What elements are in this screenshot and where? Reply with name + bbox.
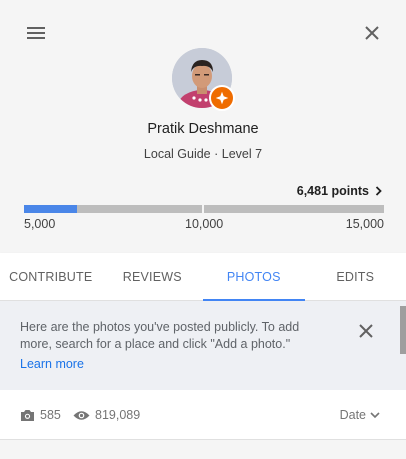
chevron-down-icon <box>370 411 380 418</box>
progress-max-label: 15,000 <box>345 217 384 231</box>
tab-reviews[interactable]: REVIEWS <box>102 253 204 300</box>
progress-min-label: 5,000 <box>24 217 56 231</box>
learn-more-link[interactable]: Learn more <box>20 357 84 371</box>
close-icon <box>359 324 373 338</box>
photo-count-value: 585 <box>40 408 61 422</box>
progress-mid-label: 10,000 <box>185 217 224 231</box>
photo-count: 585 <box>20 408 61 422</box>
close-icon <box>365 26 379 40</box>
tab-edits[interactable]: EDITS <box>305 253 406 300</box>
contribution-tabs: CONTRIBUTE REVIEWS PHOTOS EDITS <box>0 253 406 301</box>
camera-icon <box>21 409 34 421</box>
photo-stats-bar: 585 819,089 Date <box>0 391 406 440</box>
points-progress-fill <box>24 205 78 213</box>
sort-dropdown[interactable]: Date <box>340 408 380 422</box>
view-count: 819,089 <box>73 408 140 422</box>
menu-icon <box>27 27 45 39</box>
photo-grid-area <box>0 440 406 459</box>
local-guide-badge <box>209 85 235 111</box>
eye-icon <box>73 410 90 420</box>
chevron-right-icon <box>375 186 382 196</box>
points-label: 6,481 points <box>296 184 369 198</box>
star-badge-icon <box>215 91 229 105</box>
profile-header: Pratik Deshmane Local Guide · Level 7 6,… <box>0 0 406 253</box>
scrollbar-thumb[interactable] <box>400 306 406 354</box>
tab-photos[interactable]: PHOTOS <box>203 253 305 301</box>
sort-label: Date <box>339 408 366 422</box>
profile-name: Pratik Deshmane <box>147 121 259 137</box>
info-message: Here are the photos you've posted public… <box>20 320 300 351</box>
guide-level: Local Guide · Level 7 <box>143 147 263 161</box>
view-count-value: 819,089 <box>95 408 141 422</box>
points-link[interactable]: 6,481 points <box>297 184 382 198</box>
points-progress-bar <box>24 205 384 213</box>
tab-contribute[interactable]: CONTRIBUTE <box>0 253 102 300</box>
progress-midpoint <box>202 205 204 213</box>
close-button[interactable] <box>360 21 384 45</box>
info-banner: Here are the photos you've posted public… <box>0 301 406 390</box>
menu-button[interactable] <box>24 21 48 45</box>
dismiss-info-button[interactable] <box>354 319 378 343</box>
